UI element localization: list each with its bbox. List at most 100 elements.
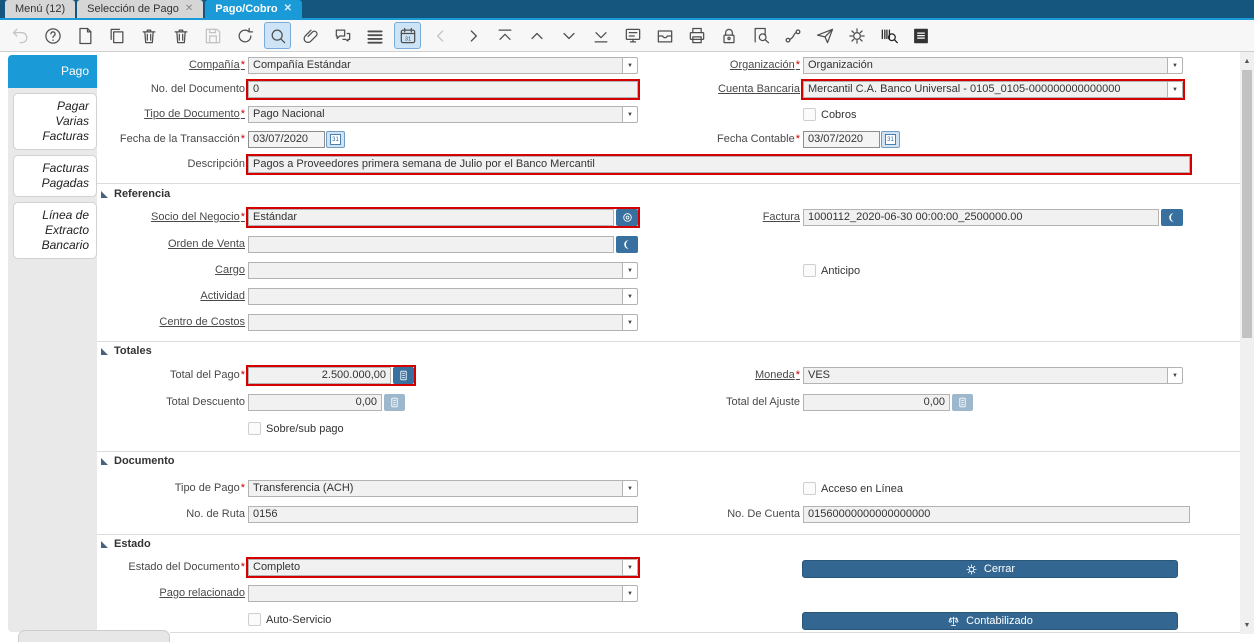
find-icon[interactable]: [264, 22, 291, 49]
chevron-down-icon[interactable]: ▼: [622, 262, 638, 279]
tipo-documento-select[interactable]: Pago Nacional ▼: [248, 106, 638, 123]
tab-seleccion-de-pago[interactable]: Selección de Pago ✕: [77, 0, 203, 18]
actividad-select[interactable]: ▼: [248, 288, 638, 305]
help-icon[interactable]: [40, 23, 65, 48]
send-request-icon[interactable]: [812, 23, 837, 48]
sidebar-tab-pago[interactable]: Pago: [8, 55, 97, 88]
pago-relacionado-select[interactable]: ▼: [248, 585, 638, 602]
copy-record-icon[interactable]: [104, 23, 129, 48]
vertical-scrollbar[interactable]: ▲ ▼: [1240, 52, 1254, 634]
calendar-icon[interactable]: 31: [394, 22, 421, 49]
centro-costos-label[interactable]: Centro de Costos: [97, 314, 245, 331]
moneda-label[interactable]: Moneda: [637, 367, 800, 384]
collapse-triangle-icon[interactable]: [101, 348, 108, 355]
scroll-down-icon[interactable]: ▼: [1240, 618, 1254, 632]
delete-record-icon[interactable]: [136, 23, 161, 48]
tipo-pago-select[interactable]: Transferencia (ACH) ▼: [248, 480, 638, 497]
actividad-label[interactable]: Actividad: [97, 288, 245, 305]
calendar-picker-icon[interactable]: 31: [881, 131, 900, 148]
scroll-up-icon[interactable]: ▲: [1240, 54, 1254, 68]
workflow-icon[interactable]: [780, 23, 805, 48]
record-info-icon[interactable]: [616, 209, 638, 226]
organizacion-select[interactable]: Organización ▼: [803, 57, 1183, 74]
record-lookup-icon[interactable]: [1161, 209, 1183, 226]
moneda-select[interactable]: VES ▼: [803, 367, 1183, 384]
no-documento-input[interactable]: 0: [248, 81, 638, 98]
cerrar-button[interactable]: Cerrar: [802, 560, 1178, 578]
chevron-down-icon[interactable]: ▼: [622, 585, 638, 602]
archived-documents-lookup-icon[interactable]: [748, 23, 773, 48]
no-ruta-input[interactable]: 0156: [248, 506, 638, 523]
preferences-icon[interactable]: [844, 23, 869, 48]
chevron-down-icon[interactable]: ▼: [622, 314, 638, 331]
cuenta-bancaria-label[interactable]: Cuenta Bancaria: [637, 81, 800, 98]
close-icon[interactable]: ✕: [185, 4, 193, 14]
chevron-down-icon[interactable]: ▼: [1167, 57, 1183, 74]
chevron-down-icon[interactable]: ▼: [1167, 81, 1183, 98]
cobros-checkbox[interactable]: [803, 108, 816, 121]
sidebar-tab-facturas-pagadas[interactable]: Facturas Pagadas: [13, 155, 97, 197]
chevron-down-icon[interactable]: ▼: [622, 106, 638, 123]
close-icon[interactable]: ✕: [284, 4, 292, 14]
orden-venta-label[interactable]: Orden de Venta: [97, 236, 245, 253]
factura-input[interactable]: 1000112_2020-06-30 00:00:00_2500000.00: [803, 209, 1159, 226]
next-record-icon[interactable]: [460, 23, 485, 48]
detail-record-icon[interactable]: [588, 23, 613, 48]
collapse-triangle-icon[interactable]: [101, 541, 108, 548]
attachment-icon[interactable]: [298, 23, 323, 48]
section-totales[interactable]: Totales: [101, 345, 152, 357]
previous-page-icon[interactable]: [524, 23, 549, 48]
scrollbar-thumb[interactable]: [1242, 70, 1252, 338]
next-page-icon[interactable]: [556, 23, 581, 48]
factura-label[interactable]: Factura: [637, 209, 800, 226]
socio-negocio-label[interactable]: Socio del Negocio: [97, 209, 245, 226]
parent-record-icon[interactable]: [492, 23, 517, 48]
cargo-select[interactable]: ▼: [248, 262, 638, 279]
contabilizado-button[interactable]: Contabilizado: [802, 612, 1178, 630]
anticipo-checkbox[interactable]: [803, 264, 816, 277]
auto-servicio-checkbox[interactable]: [248, 613, 261, 626]
section-estado[interactable]: Estado: [101, 538, 151, 550]
refresh-icon[interactable]: [232, 23, 257, 48]
tipo-documento-label[interactable]: Tipo de Documento: [97, 106, 245, 123]
lock-icon[interactable]: [716, 23, 741, 48]
record-lookup-icon[interactable]: [616, 236, 638, 253]
no-cuenta-input[interactable]: 01560000000000000000: [803, 506, 1190, 523]
calculator-icon[interactable]: [952, 394, 973, 411]
print-icon[interactable]: [684, 23, 709, 48]
total-pago-input[interactable]: 2.500.000,00: [248, 367, 391, 384]
organizacion-label[interactable]: Organización: [637, 57, 800, 74]
sidebar-tab-pagar-varias-facturas[interactable]: Pagar Varias Facturas: [13, 93, 97, 150]
delete-selection-icon[interactable]: [168, 23, 193, 48]
cargo-label[interactable]: Cargo: [97, 262, 245, 279]
collapse-triangle-icon[interactable]: [101, 191, 108, 198]
record-log-icon[interactable]: [908, 23, 933, 48]
collapse-triangle-icon[interactable]: [101, 458, 108, 465]
sobre-sub-pago-checkbox[interactable]: [248, 422, 261, 435]
chevron-down-icon[interactable]: ▼: [622, 559, 638, 576]
cuenta-bancaria-select[interactable]: Mercantil C.A. Banco Universal - 0105_01…: [803, 81, 1183, 98]
tab-menu[interactable]: Menú (12): [5, 0, 75, 18]
socio-negocio-input[interactable]: Estándar: [248, 209, 614, 226]
new-record-icon[interactable]: [72, 23, 97, 48]
section-referencia[interactable]: Referencia: [101, 188, 170, 200]
compania-select[interactable]: Compañía Estándar ▼: [248, 57, 638, 74]
orden-venta-input[interactable]: [248, 236, 614, 253]
grid-toggle-icon[interactable]: [362, 23, 387, 48]
total-descuento-input[interactable]: 0,00: [248, 394, 382, 411]
calculator-icon[interactable]: [393, 367, 414, 384]
chevron-down-icon[interactable]: ▼: [622, 480, 638, 497]
section-documento[interactable]: Documento: [101, 455, 175, 467]
calendar-picker-icon[interactable]: 31: [326, 131, 345, 148]
compania-label[interactable]: Compañía: [97, 57, 245, 74]
report-icon[interactable]: [620, 23, 645, 48]
fecha-contable-input[interactable]: 03/07/2020: [803, 131, 880, 148]
total-ajuste-input[interactable]: 0,00: [803, 394, 950, 411]
chat-icon[interactable]: [330, 23, 355, 48]
chevron-down-icon[interactable]: ▼: [622, 57, 638, 74]
fecha-transaccion-input[interactable]: 03/07/2020: [248, 131, 325, 148]
chevron-down-icon[interactable]: ▼: [622, 288, 638, 305]
centro-costos-select[interactable]: ▼: [248, 314, 638, 331]
archive-icon[interactable]: [652, 23, 677, 48]
pago-relacionado-label[interactable]: Pago relacionado: [97, 585, 245, 602]
